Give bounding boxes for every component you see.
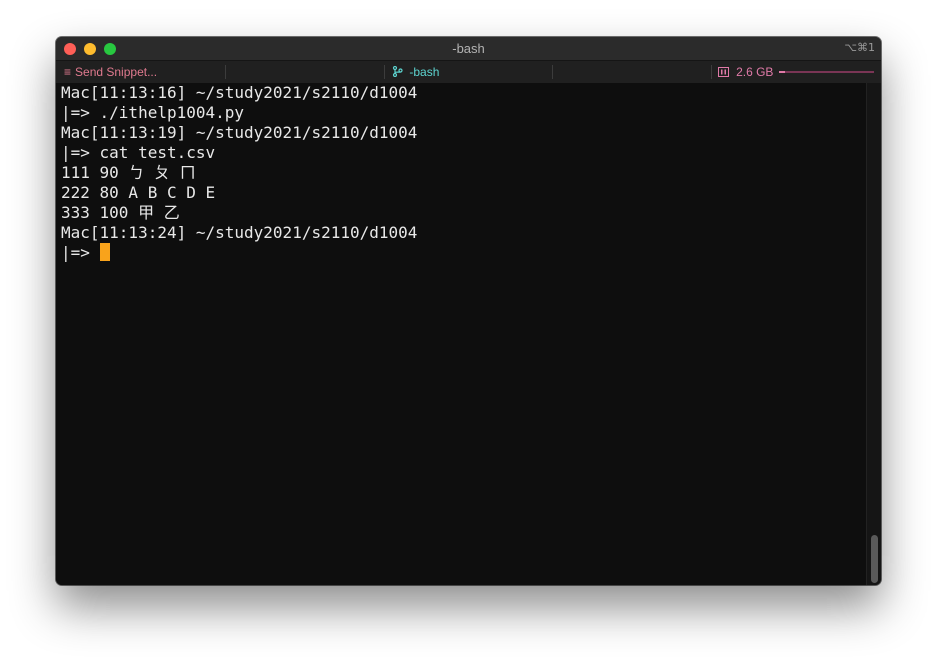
memory-label: 2.6 GB [736, 65, 774, 79]
send-snippet-label: Send Snippet... [75, 65, 158, 79]
divider [225, 65, 226, 79]
memory-icon [718, 67, 732, 79]
terminal-line: 333 100 甲 乙 [61, 203, 180, 222]
divider [384, 65, 385, 79]
send-snippet-button[interactable]: ≡ Send Snippet... [64, 65, 157, 79]
terminal-line: 111 90 ㄅ ㄆ ㄇ [61, 163, 196, 182]
terminal-line: 222 80 A B C D E [61, 183, 216, 202]
branch-icon [392, 65, 406, 79]
terminal-output[interactable]: Mac[11:13:16] ~/study2021/s2110/d1004 |=… [56, 83, 866, 585]
title-bar[interactable]: -bash ⌥⌘1 [56, 37, 881, 60]
menu-icon: ≡ [64, 65, 72, 79]
memory-indicator: 2.6 GB [718, 65, 773, 79]
scrollbar[interactable] [866, 83, 881, 585]
divider [711, 65, 712, 79]
window-shortcut: ⌥⌘1 [844, 41, 875, 54]
terminal-line: Mac[11:13:16] ~/study2021/s2110/d1004 [61, 83, 418, 102]
tab-bash[interactable]: -bash [392, 65, 439, 79]
scrollbar-thumb[interactable] [871, 535, 878, 583]
window-title: -bash [452, 41, 485, 56]
divider [552, 65, 553, 79]
text-cursor [99, 243, 110, 261]
memory-graph [779, 71, 874, 73]
terminal-line: |=> cat test.csv [61, 143, 216, 162]
status-bar: ≡ Send Snippet... -bash 2.6 GB [56, 60, 881, 84]
tab-bash-label: -bash [409, 65, 440, 79]
prompt-text: |=> [61, 243, 100, 262]
terminal-prompt-line[interactable]: |=> [61, 243, 110, 263]
terminal-window: -bash ⌥⌘1 ≡ Send Snippet... -bash 2.6 GB… [56, 37, 881, 585]
memory-graph-fill [779, 71, 785, 73]
terminal-line: Mac[11:13:24] ~/study2021/s2110/d1004 [61, 223, 418, 242]
terminal-line: |=> ./ithelp1004.py [61, 103, 245, 122]
terminal-line: Mac[11:13:19] ~/study2021/s2110/d1004 [61, 123, 418, 142]
